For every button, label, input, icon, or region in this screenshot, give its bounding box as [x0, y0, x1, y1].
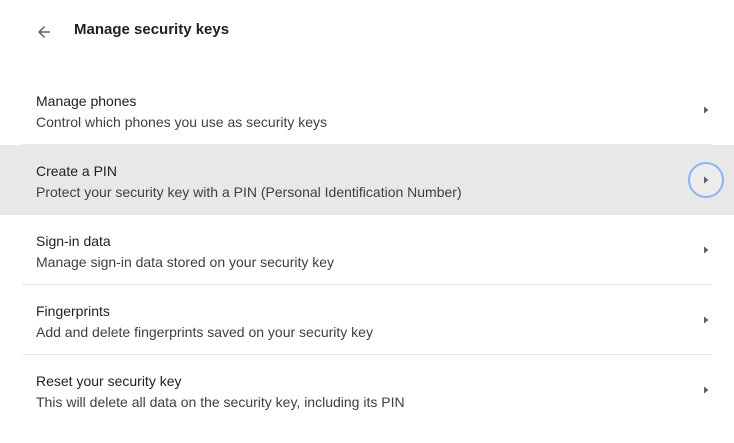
- row-title: Sign-in data: [36, 233, 111, 249]
- security-keys-list: Manage phones Control which phones you u…: [0, 75, 734, 425]
- arrow-right-icon: [704, 386, 709, 394]
- settings-page: Manage security keys Manage phones Contr…: [0, 0, 734, 443]
- create-pin-arrow-button[interactable]: [688, 162, 724, 198]
- row-title: Create a PIN: [36, 163, 117, 179]
- arrow-right-icon: [704, 316, 709, 324]
- row-title: Reset your security key: [36, 373, 182, 389]
- manage-phones-row[interactable]: Manage phones Control which phones you u…: [0, 75, 734, 145]
- arrow-right-icon: [704, 246, 709, 254]
- fingerprints-arrow-button[interactable]: [688, 302, 724, 338]
- page-title: Manage security keys: [74, 21, 230, 38]
- manage-phones-arrow-button[interactable]: [688, 92, 724, 128]
- row-subtitle: This will delete all data on the securit…: [36, 394, 405, 410]
- sign-in-data-arrow-button[interactable]: [688, 232, 724, 268]
- sign-in-data-row[interactable]: Sign-in data Manage sign-in data stored …: [0, 215, 734, 285]
- arrow-right-icon: [704, 176, 709, 184]
- fingerprints-row[interactable]: Fingerprints Add and delete fingerprints…: [0, 285, 734, 355]
- row-subtitle: Add and delete fingerprints saved on you…: [36, 324, 373, 340]
- arrow-left-icon: [38, 26, 50, 38]
- back-button[interactable]: [30, 18, 58, 46]
- row-subtitle: Control which phones you use as security…: [36, 114, 328, 130]
- page-header: Manage security keys: [0, 0, 734, 60]
- row-subtitle: Manage sign-in data stored on your secur…: [36, 254, 335, 270]
- row-title: Manage phones: [36, 93, 137, 109]
- reset-security-key-arrow-button[interactable]: [688, 372, 724, 408]
- arrow-right-icon: [704, 106, 709, 114]
- row-subtitle: Protect your security key with a PIN (Pe…: [36, 184, 462, 200]
- reset-security-key-row[interactable]: Reset your security key This will delete…: [0, 355, 734, 425]
- create-pin-row[interactable]: Create a PIN Protect your security key w…: [0, 145, 734, 215]
- row-title: Fingerprints: [36, 303, 110, 319]
